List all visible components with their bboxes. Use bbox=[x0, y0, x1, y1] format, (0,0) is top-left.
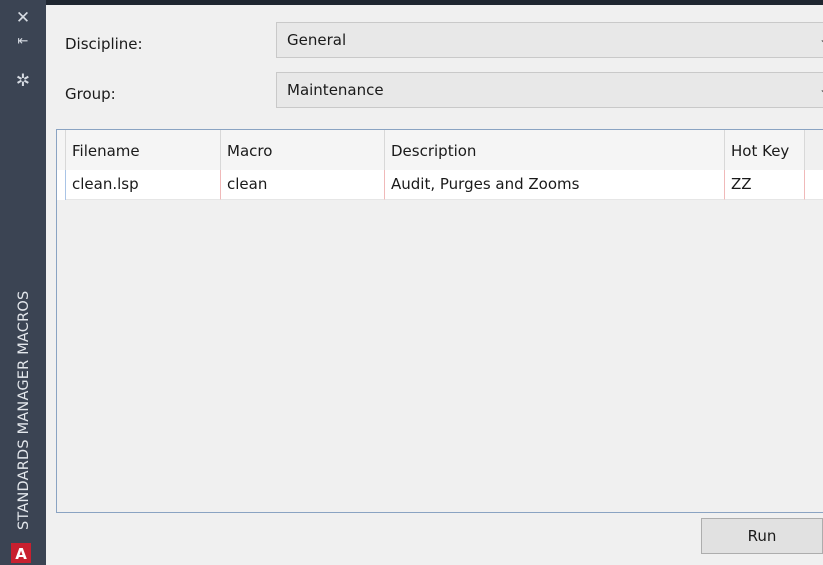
auto-hide-icon[interactable]: ⇤ bbox=[0, 34, 46, 49]
group-dropdown[interactable]: Maintenance ⌄ bbox=[276, 72, 823, 108]
table-cell-filename[interactable]: clean.lsp bbox=[66, 170, 221, 200]
table-cell-macro[interactable]: clean bbox=[221, 170, 385, 200]
column-header-description[interactable]: Description bbox=[385, 130, 725, 170]
autocad-logo-icon: A bbox=[11, 543, 31, 563]
discipline-label: Discipline: bbox=[65, 35, 143, 53]
group-value: Maintenance bbox=[287, 81, 384, 99]
run-button[interactable]: Run bbox=[701, 518, 823, 554]
chevron-down-icon: ⌄ bbox=[819, 82, 823, 96]
column-header-hot-key[interactable]: Hot Key bbox=[725, 130, 805, 170]
close-icon[interactable]: ✕ bbox=[0, 8, 46, 28]
table-cell-hot-key[interactable]: ZZ bbox=[725, 170, 805, 200]
palette-titlebar: ✕ ⇤ ✲ STANDARDS MANAGER MACROS A bbox=[0, 0, 46, 565]
table-cell-description[interactable]: Audit, Purges and Zooms bbox=[385, 170, 725, 200]
column-header-macro[interactable]: Macro bbox=[221, 130, 385, 170]
row-header-corner bbox=[57, 130, 66, 170]
macros-grid[interactable]: Filename Macro Description Hot Key clean… bbox=[56, 129, 823, 513]
palette-title: STANDARDS MANAGER MACROS bbox=[16, 290, 32, 530]
row-selector[interactable] bbox=[57, 170, 66, 200]
group-label: Group: bbox=[65, 85, 116, 103]
chevron-down-icon: ⌄ bbox=[819, 32, 823, 46]
table-cell-filler bbox=[805, 170, 823, 200]
macros-panel: Discipline: General ⌄ Group: Maintenance… bbox=[46, 5, 823, 565]
properties-icon[interactable]: ✲ bbox=[0, 71, 46, 91]
column-header-filename[interactable]: Filename bbox=[66, 130, 221, 170]
discipline-value: General bbox=[287, 31, 347, 49]
discipline-dropdown[interactable]: General ⌄ bbox=[276, 22, 823, 58]
